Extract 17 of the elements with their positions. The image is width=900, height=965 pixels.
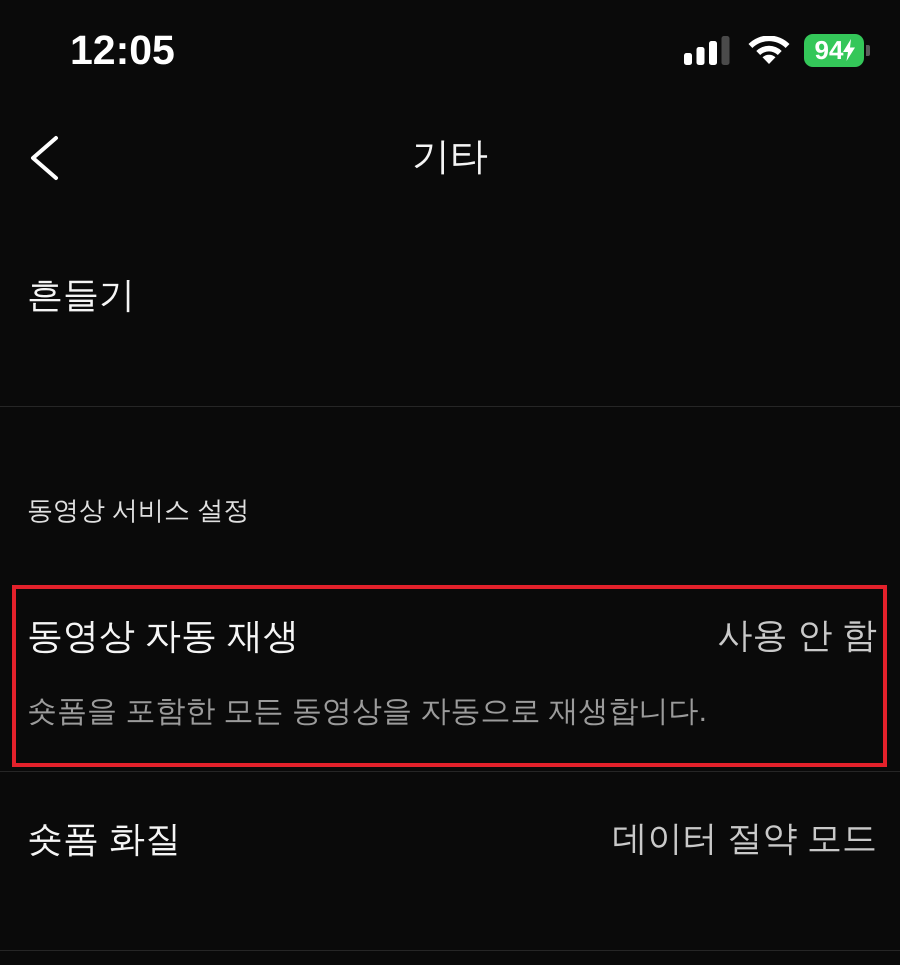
settings-row[interactable]: 숏폼 화질 데이터 절약 모드 — [0, 772, 900, 951]
battery-tip-icon — [866, 44, 870, 56]
setting-title: 동영상 자동 재생 — [27, 615, 300, 657]
cellular-signal-icon — [684, 36, 730, 64]
settings-row[interactable]: 흔들기 — [0, 228, 900, 407]
setting-title: 숏폼 화질 — [27, 818, 182, 860]
back-chevron-icon — [29, 135, 59, 181]
page-title: 기타 — [412, 136, 488, 178]
status-time: 12:05 — [70, 30, 175, 70]
settings-row[interactable]: 동영상 자동 재생 사용 안 함 숏폼을 포함한 모든 동영상을 자동으로 재생합니다. — [0, 569, 900, 772]
setting-description: 숏폼을 포함한 모든 동영상을 자동으로 재생합니다. — [27, 695, 708, 729]
wifi-icon — [748, 36, 790, 64]
setting-value: 사용 안 함 — [718, 615, 877, 657]
setting-title: 흔들기 — [27, 274, 135, 316]
battery-percent: 94 — [814, 37, 844, 63]
setting-value: 데이터 절약 모드 — [612, 818, 877, 860]
section-header: 동영상 서비스 설정 — [27, 495, 250, 525]
